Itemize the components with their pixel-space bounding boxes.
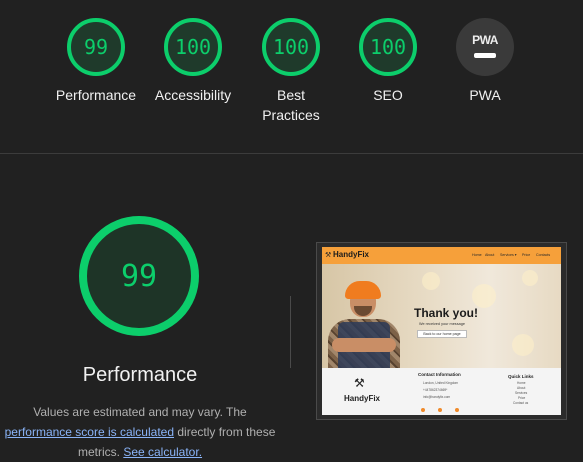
bokeh-light (512, 334, 534, 356)
hero-subtitle: We received your message (419, 322, 465, 326)
gauge-label: Best Practices (262, 87, 320, 123)
final-screenshot-thumbnail[interactable]: ⚒ HandyFix Home About Services ▾ Price C… (316, 242, 567, 420)
performance-score-ring: 99 (67, 18, 125, 76)
quick-link: About (517, 386, 526, 390)
section-divider (0, 153, 583, 154)
site-header: ⚒ HandyFix Home About Services ▾ Price C… (322, 247, 561, 264)
hero-title: Thank you! (414, 306, 479, 320)
quick-link: Services (515, 391, 528, 395)
gauge-label: SEO (373, 87, 403, 103)
pwa-dash-icon (474, 53, 496, 58)
quick-links-title: Quick Links (508, 374, 534, 379)
performance-main-score-ring: 99 (79, 216, 199, 336)
performance-score-link[interactable]: performance score is calculated (5, 425, 174, 439)
performance-title: Performance (82, 364, 198, 386)
social-icon (438, 408, 442, 412)
hero-button: Back to our home page (417, 330, 467, 338)
site-footer: ⚒ HandyFix Contact Information London, U… (322, 368, 561, 415)
pwa-badge-text: PWA (472, 33, 498, 47)
footer-brand: HandyFix (344, 394, 381, 403)
social-icon (455, 408, 459, 412)
contact-line: info@handyfix.com (423, 395, 451, 399)
gauge-label: Accessibility (154, 87, 232, 103)
nav-item: Services ▾ (500, 253, 517, 257)
seo-score-ring: 100 (359, 18, 417, 76)
quick-link: Price (518, 396, 526, 400)
hammer-icon: ⚒ (325, 252, 332, 259)
contact-title: Contact Information (418, 372, 461, 377)
worker-arms (332, 338, 396, 352)
quick-link: Home (517, 381, 526, 385)
gauge-performance[interactable]: 99 Performance (46, 18, 146, 105)
social-icon (421, 408, 425, 412)
gauge-best-practices[interactable]: 100 Best Practices (241, 18, 341, 125)
category-gauges: 99 Performance 100 Accessibility 100 Bes… (0, 0, 583, 153)
hard-hat-icon (345, 281, 381, 299)
bokeh-light (422, 272, 440, 290)
bokeh-light (522, 270, 538, 286)
desc-text: Values are estimated and may vary. The (33, 405, 247, 419)
nav-item: Home (472, 253, 482, 257)
nav-item: About (485, 253, 495, 257)
see-calculator-link[interactable]: See calculator. (123, 445, 202, 459)
site-hero: Thank you! We received your message Back… (322, 264, 561, 368)
pwa-badge-icon: PWA (456, 18, 514, 76)
gauge-label: Performance (55, 87, 137, 103)
vertical-separator (290, 296, 291, 368)
gauge-pwa[interactable]: PWA PWA (435, 18, 535, 105)
contact-line: +447862374669* (423, 388, 448, 392)
quick-link: Contact us (513, 401, 529, 405)
bokeh-light (472, 284, 496, 308)
best-practices-score-ring: 100 (262, 18, 320, 76)
site-brand: HandyFix (333, 250, 370, 259)
contact-line: London, United Kingdom (423, 381, 459, 385)
gauge-accessibility[interactable]: 100 Accessibility (143, 18, 243, 105)
nav-item: Contacts (536, 253, 551, 257)
performance-description: Values are estimated and may vary. The p… (0, 402, 280, 462)
gauge-seo[interactable]: 100 SEO (338, 18, 438, 105)
gauge-label: PWA (469, 87, 501, 103)
page-screenshot: ⚒ HandyFix Home About Services ▾ Price C… (322, 247, 561, 415)
tools-icon: ⚒ (354, 376, 365, 390)
accessibility-score-ring: 100 (164, 18, 222, 76)
nav-item: Price (522, 253, 531, 257)
